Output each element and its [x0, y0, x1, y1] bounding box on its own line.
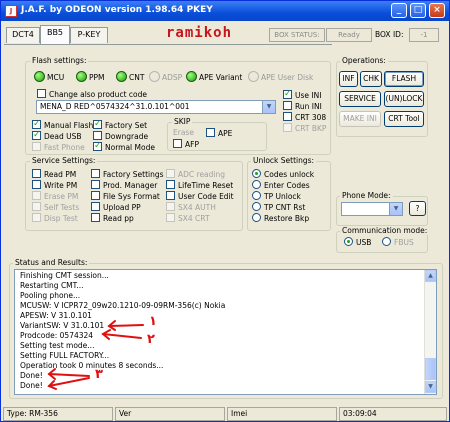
skip-title: SKIP	[172, 117, 193, 126]
make-ini-button: MAKE INI	[339, 111, 381, 127]
led-ape-user-disk: APE User Disk	[248, 71, 313, 85]
phone-mode-select[interactable]: ▼	[341, 202, 403, 216]
led-ppm: PPM	[76, 71, 105, 85]
factory-set-checkbox[interactable]: Factory Set	[93, 119, 147, 131]
annotation-arrows	[47, 320, 144, 390]
skip-afp-checkbox[interactable]: AFP	[173, 139, 199, 150]
tab-pkey[interactable]: P-KEY	[70, 27, 108, 43]
tab-divider	[4, 44, 332, 45]
scroll-up-icon[interactable]: ▲	[425, 270, 436, 282]
app-icon: J	[5, 5, 17, 17]
crt-tool-button[interactable]: CRT Tool	[384, 111, 424, 127]
factory-settings-checkbox[interactable]: Factory Settings	[91, 169, 164, 180]
led-adsp: ADSP	[149, 71, 182, 85]
communication-mode-title: Communication mode:	[340, 226, 430, 235]
unlock-settings-title: Unlock Settings:	[251, 156, 317, 165]
title-bar[interactable]: J J.A.F. by ODEON version 1.98.64 PKEY _…	[1, 1, 449, 21]
lifetime-reset-checkbox[interactable]: LifeTime Reset	[166, 180, 233, 191]
restore-bkp-radio[interactable]: Restore Bkp	[252, 213, 309, 224]
codes-unlock-radio[interactable]: Codes unlock	[252, 169, 314, 180]
crt-bkp-checkbox: CRT BKP	[283, 123, 326, 134]
scroll-thumb[interactable]	[425, 358, 436, 380]
disp-test-checkbox: Disp Test	[32, 213, 78, 224]
use-ini-checkbox[interactable]: Use INI	[283, 89, 321, 101]
read-pp-checkbox[interactable]: Read pp	[91, 213, 134, 224]
tab-dct4[interactable]: DCT4	[6, 27, 40, 43]
upload-pp-checkbox[interactable]: Upload PP	[91, 202, 141, 213]
flash-button[interactable]: FLASH	[384, 71, 424, 87]
product-code-select[interactable]: MENA_D RED^0574324^31.0.101^001 ▼	[36, 100, 276, 114]
file-sys-format-checkbox[interactable]: File Sys Format	[91, 191, 160, 202]
scroll-down-icon[interactable]: ▼	[425, 381, 436, 393]
operations-title: Operations:	[340, 56, 388, 65]
app-window: J J.A.F. by ODEON version 1.98.64 PKEY _…	[0, 0, 450, 422]
box-id-label: BOX ID:	[375, 30, 404, 39]
sx4-auth-checkbox: SX4 AUTH	[166, 202, 216, 213]
sx4-crt-checkbox: SX4 CRT	[166, 213, 210, 224]
led-cnt: CNT	[116, 71, 144, 85]
read-pm-checkbox[interactable]: Read PM	[32, 169, 76, 180]
annotation-2: ٢	[147, 332, 155, 347]
status-results-title: Status and Results:	[13, 258, 90, 267]
adc-reading-checkbox: ADC reading	[166, 169, 225, 180]
tp-cnt-rst-radio[interactable]: TP CNT Rst	[252, 202, 305, 213]
phone-mode-title: Phone Mode:	[340, 191, 393, 200]
write-pm-checkbox[interactable]: Write PM	[32, 180, 77, 191]
self-tests-checkbox: Self Tests	[32, 202, 79, 213]
log-scrollbar[interactable]: ▲ ▼	[424, 270, 436, 394]
flash-settings-title: Flash settings:	[30, 56, 89, 65]
enter-codes-radio[interactable]: Enter Codes	[252, 180, 310, 191]
close-icon[interactable]: ×	[429, 3, 445, 18]
help-button[interactable]: ?	[409, 201, 426, 216]
chevron-down-icon[interactable]: ▼	[262, 101, 275, 113]
maximize-icon[interactable]: □	[410, 3, 426, 18]
status-type: Type: RM-356	[3, 407, 113, 421]
crt-308-checkbox[interactable]: CRT 308	[283, 112, 326, 123]
fast-phone-checkbox: Fast Phone	[32, 142, 85, 153]
user-code-edit-checkbox[interactable]: User Code Edit	[166, 191, 234, 202]
annotation-3: ٣	[95, 367, 103, 382]
tp-unlock-radio[interactable]: TP Unlock	[252, 191, 301, 202]
chevron-down-icon[interactable]: ▼	[389, 203, 402, 215]
inf-button[interactable]: INF	[339, 71, 358, 87]
run-ini-checkbox[interactable]: Run INI	[283, 101, 322, 112]
change-product-code-checkbox[interactable]: Change also product code	[37, 89, 147, 100]
chk-button[interactable]: CHK	[360, 71, 382, 87]
normal-mode-checkbox[interactable]: Normal Mode	[93, 141, 155, 153]
status-time: 03:09:04	[339, 407, 447, 421]
box-status-value: Ready	[326, 28, 372, 42]
status-ver: Ver	[115, 407, 225, 421]
unlock-button[interactable]: (UN)LOCK	[384, 91, 424, 107]
minimize-icon[interactable]: _	[391, 3, 407, 18]
dead-usb-checkbox[interactable]: Dead USB	[32, 130, 82, 142]
annotation-1: ١	[149, 314, 157, 329]
skip-ape-checkbox[interactable]: APE	[206, 128, 232, 139]
box-id-value: -1	[409, 28, 439, 42]
erase-pm-checkbox: Erase PM	[32, 191, 78, 202]
prod-manager-checkbox[interactable]: Prod. Manager	[91, 180, 157, 191]
box-status-label: BOX STATUS:	[269, 28, 325, 42]
tab-bb5[interactable]: BB5	[40, 25, 70, 44]
fbus-radio: FBUS	[382, 237, 414, 248]
manual-flash-checkbox[interactable]: Manual Flash	[32, 119, 93, 131]
window-title: J.A.F. by ODEON version 1.98.64 PKEY	[21, 5, 213, 15]
usb-radio[interactable]: USB	[344, 237, 371, 248]
service-settings-title: Service Settings:	[30, 156, 98, 165]
status-log[interactable]: Finishing CMT session... Restarting CMT.…	[14, 269, 437, 395]
status-imei: Imei	[227, 407, 337, 421]
led-ape-variant: APE Variant	[186, 71, 242, 85]
brand-logo: ramikoh	[166, 25, 233, 41]
service-button[interactable]: SERVICE	[339, 91, 381, 107]
led-mcu: MCU	[34, 71, 64, 85]
skip-erase-checkbox: Erase	[173, 128, 194, 137]
